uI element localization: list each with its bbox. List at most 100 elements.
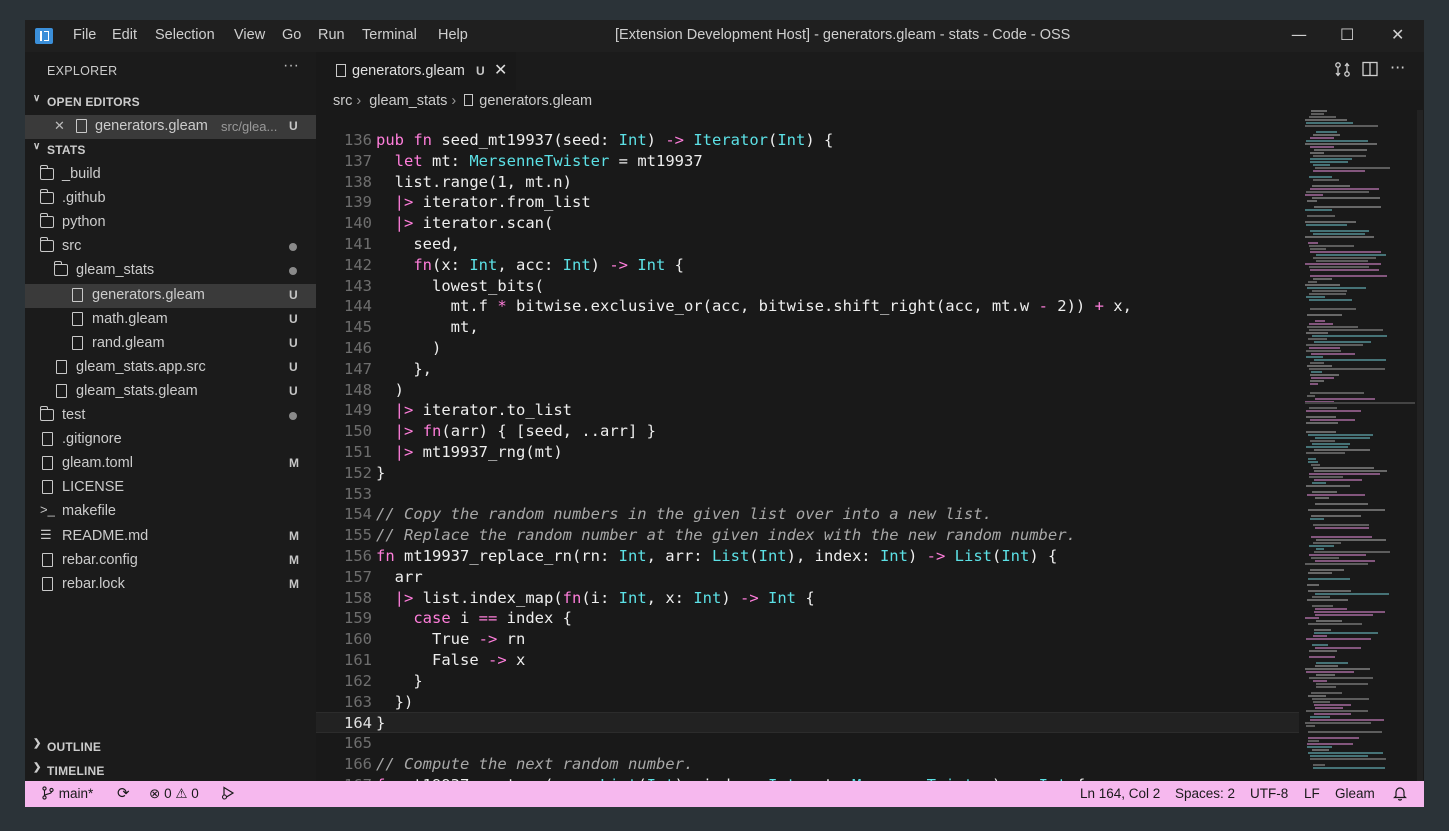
minimap[interactable] — [1305, 110, 1415, 781]
tree-item-label: gleam.toml — [62, 455, 133, 472]
tab-generators-gleam[interactable]: generators.gleam U ✕ — [316, 52, 516, 90]
workspace-section[interactable]: ∨ STATS — [25, 139, 316, 161]
code-line[interactable]: 164} — [316, 712, 1299, 734]
split-editor-icon[interactable] — [1362, 61, 1378, 81]
code-line[interactable]: 141 seed, — [316, 234, 1316, 255]
code-line[interactable]: 149 |> iterator.to_list — [316, 400, 1316, 421]
menu-go[interactable]: Go — [282, 27, 301, 43]
tree-item-gleam-toml[interactable]: gleam.toml M — [25, 452, 316, 476]
menu-help[interactable]: Help — [438, 27, 468, 43]
tree-item-gleam-stats-app-src[interactable]: gleam_stats.app.src U — [25, 356, 316, 380]
tree-item-python[interactable]: python — [25, 211, 316, 235]
tree-item-rebar-config[interactable]: rebar.config M — [25, 549, 316, 573]
menu-selection[interactable]: Selection — [155, 27, 215, 43]
code-line[interactable]: 162 } — [316, 671, 1316, 692]
code-line[interactable]: 165 — [316, 733, 1316, 754]
code-editor[interactable]: 136 pub fn seed_mt19937(seed: Int) -> Ite… — [316, 120, 1316, 781]
line-number: 153 — [344, 484, 372, 503]
code-line[interactable]: 163 }) — [316, 692, 1316, 713]
vertical-scrollbar[interactable] — [1417, 110, 1423, 781]
breadcrumb: src › gleam_stats › generators.gleam — [333, 93, 593, 109]
code-line[interactable]: 148 ) — [316, 380, 1316, 401]
chevron-down-icon: ∨ — [33, 93, 41, 104]
breadcrumb-gleam-stats[interactable]: gleam_stats — [369, 93, 447, 109]
tree-item-gitignore[interactable]: .gitignore — [25, 428, 316, 452]
breadcrumb-file[interactable]: generators.gleam — [479, 93, 592, 109]
code-line[interactable]: 137 let mt: MersenneTwister = mt19937 — [316, 151, 1316, 172]
code-text: fn(x: Int, acc: Int) -> Int { — [413, 255, 685, 274]
menu-terminal[interactable]: Terminal — [362, 27, 417, 43]
code-line[interactable]: 140 |> iterator.scan( — [316, 213, 1316, 234]
code-line[interactable]: 147 }, — [316, 359, 1316, 380]
problems-indicator[interactable]: ⊗ 0 ⚠ 0 — [149, 786, 199, 802]
tree-item-rebar-lock[interactable]: rebar.lock M — [25, 573, 316, 597]
open-editors-section[interactable]: ∨ OPEN EDITORS — [25, 91, 316, 113]
tree-item-build[interactable]: _build — [25, 163, 316, 187]
code-line[interactable]: 136 pub fn seed_mt19937(seed: Int) -> Ite… — [316, 130, 1316, 151]
source-control-diff-icon[interactable] — [1334, 61, 1351, 82]
close-window-button[interactable]: ✕ — [1391, 25, 1404, 44]
menu-run[interactable]: Run — [318, 27, 345, 43]
debug-run-icon[interactable] — [221, 786, 236, 803]
tree-item-src[interactable]: src — [25, 235, 316, 259]
tab-close-icon[interactable]: ✕ — [494, 60, 507, 80]
line-number: 138 — [344, 172, 372, 191]
maximize-button[interactable]: ☐ — [1340, 25, 1354, 44]
line-number: 137 — [344, 151, 372, 170]
tree-item-math-gleam[interactable]: math.gleam U — [25, 308, 316, 332]
folder-icon — [40, 189, 54, 205]
minimize-button[interactable]: — — [1291, 25, 1307, 44]
code-line[interactable]: 138 list.range(1, mt.n) — [316, 172, 1316, 193]
code-line[interactable]: 145 mt, — [316, 317, 1316, 338]
indentation[interactable]: Spaces: 2 — [1175, 786, 1235, 801]
outline-section[interactable]: ❯ OUTLINE — [25, 736, 316, 758]
language-mode[interactable]: Gleam — [1335, 786, 1375, 801]
menu-file[interactable]: File — [73, 27, 96, 43]
code-line[interactable]: 146 ) — [316, 338, 1316, 359]
code-line[interactable]: 166// Compute the next random number. — [316, 754, 1316, 775]
sync-icon[interactable]: ⟳ — [117, 784, 130, 802]
open-editor-item[interactable]: ✕ generators.gleam src/glea... U — [25, 115, 316, 139]
menu-view[interactable]: View — [234, 27, 265, 43]
code-line[interactable]: 161 False -> x — [316, 650, 1316, 671]
cursor-position[interactable]: Ln 164, Col 2 — [1080, 786, 1160, 801]
tree-item-gleam-stats[interactable]: gleam_stats — [25, 259, 316, 283]
untracked-badge: U — [476, 64, 485, 78]
tree-item-readme-md[interactable]: ☰ README.md M — [25, 525, 316, 549]
more-actions-button[interactable]: ··· — [283, 57, 299, 75]
menu-edit[interactable]: Edit — [112, 27, 137, 43]
breadcrumb-src[interactable]: src — [333, 93, 352, 109]
tree-item-gleam-stats-gleam[interactable]: gleam_stats.gleam U — [25, 380, 316, 404]
tree-item-generators-gleam[interactable]: generators.gleam U — [25, 283, 316, 308]
notifications-bell-icon[interactable] — [1393, 786, 1407, 804]
code-line[interactable]: 144 mt.f * bitwise.exclusive_or(acc, bit… — [316, 296, 1316, 317]
branch-indicator[interactable]: main* — [41, 786, 93, 801]
code-line[interactable]: 143 lowest_bits( — [316, 276, 1316, 297]
code-line[interactable]: 142 fn(x: Int, acc: Int) -> Int { — [316, 255, 1316, 276]
code-line[interactable]: 151 |> mt19937_rng(mt) — [316, 442, 1316, 463]
line-number: 146 — [344, 339, 372, 357]
code-line[interactable]: 160 True -> rn — [316, 629, 1316, 650]
code-line[interactable]: 155// Replace the random number at the g… — [316, 525, 1316, 546]
timeline-section[interactable]: ❯ TIMELINE — [25, 760, 316, 782]
code-line[interactable]: 157 arr — [316, 567, 1316, 588]
code-line[interactable]: 154// Copy the random numbers in the giv… — [316, 504, 1316, 525]
more-actions-icon[interactable]: ··· — [1390, 58, 1405, 77]
markdown-file-icon: ☰ — [40, 526, 52, 542]
end-of-line[interactable]: LF — [1304, 786, 1320, 801]
code-line[interactable]: 158 |> list.index_map(fn(i: Int, x: Int)… — [316, 588, 1316, 609]
code-line[interactable]: 156 fn mt19937_replace_rn(rn: Int, arr: L… — [316, 546, 1316, 567]
encoding[interactable]: UTF-8 — [1250, 786, 1288, 801]
tree-item-github[interactable]: .github — [25, 187, 316, 211]
code-line[interactable]: 159 case i == index { — [316, 608, 1316, 629]
tree-item-rand-gleam[interactable]: rand.gleam U — [25, 332, 316, 356]
tree-item-license[interactable]: LICENSE — [25, 476, 316, 500]
code-line[interactable]: 139 |> iterator.from_list — [316, 192, 1316, 213]
code-line[interactable]: 152} — [316, 463, 1316, 484]
tree-item-makefile[interactable]: >_ makefile — [25, 500, 316, 524]
tree-item-test[interactable]: test — [25, 404, 316, 428]
code-text: False -> x — [376, 651, 526, 669]
code-line[interactable]: 153 — [316, 484, 1316, 505]
code-line[interactable]: 150 |> fn(arr) { [seed, ..arr] } — [316, 421, 1316, 442]
close-icon[interactable]: ✕ — [54, 118, 65, 134]
